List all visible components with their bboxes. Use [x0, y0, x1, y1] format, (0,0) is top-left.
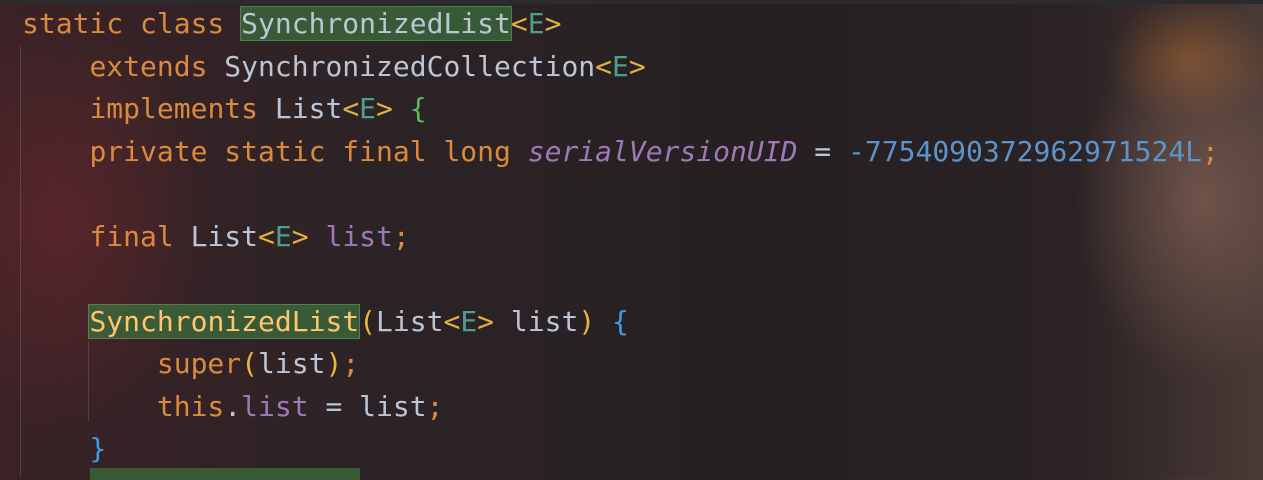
code-token: SynchronizedList — [240, 6, 512, 41]
code-token: ; — [426, 389, 444, 423]
code-token: > — [628, 49, 646, 83]
code-line[interactable]: final List<E> list; — [22, 216, 1219, 259]
code-token: = — [797, 134, 849, 168]
code-token: ) — [325, 347, 343, 380]
code-token: -7754090372962971524L — [848, 134, 1203, 168]
code-token: list — [241, 389, 309, 423]
code-token: implements — [89, 92, 275, 125]
code-editor[interactable]: static class SynchronizedList<E> extends… — [22, 3, 1219, 471]
code-token: ( — [359, 304, 377, 338]
code-token: List — [274, 92, 343, 125]
code-token: = — [308, 389, 360, 423]
code-token: extends — [89, 49, 225, 83]
code-token: super — [156, 347, 242, 380]
code-token: . — [224, 389, 242, 423]
code-line[interactable]: implements List<E> { — [22, 88, 1219, 131]
code-token: < — [258, 219, 275, 253]
code-line[interactable]: static class SynchronizedList<E> — [22, 3, 1219, 46]
code-token: ) — [578, 304, 596, 338]
code-token: < — [443, 304, 461, 338]
code-token: E — [274, 219, 292, 253]
code-token: list — [258, 347, 326, 380]
code-token: ; — [342, 347, 360, 380]
code-line[interactable]: SynchronizedList(List<E> list) { — [22, 301, 1219, 344]
code-line[interactable] — [22, 258, 1219, 301]
code-token: > — [477, 304, 511, 338]
code-line[interactable]: private static final long serialVersionU… — [22, 131, 1219, 174]
code-token: private static final long — [89, 134, 528, 168]
code-token: > — [376, 92, 410, 125]
code-token: list — [325, 219, 393, 253]
code-token: < — [595, 49, 613, 83]
code-token: ( — [241, 347, 259, 380]
code-token: ; — [1202, 134, 1219, 168]
code-token: serialVersionUID — [527, 134, 798, 168]
code-token: list — [510, 304, 579, 338]
code-token: { — [612, 304, 629, 338]
code-line[interactable]: extends SynchronizedCollection<E> — [22, 46, 1219, 89]
identifier-highlight — [90, 468, 360, 480]
code-token: E — [612, 49, 629, 83]
code-line[interactable] — [22, 173, 1219, 216]
code-line[interactable]: super(list); — [22, 343, 1219, 386]
code-token: SynchronizedList — [88, 303, 361, 339]
code-line[interactable]: this.list = list; — [22, 386, 1219, 429]
code-token: > — [544, 7, 562, 40]
code-token: { — [409, 92, 427, 125]
code-token: < — [342, 92, 360, 125]
code-token: E — [527, 7, 545, 40]
code-token: > — [291, 219, 326, 253]
code-line[interactable]: } — [22, 428, 1219, 471]
code-token: } — [89, 432, 107, 465]
code-token: < — [510, 7, 528, 40]
code-token: list — [359, 389, 427, 423]
code-token: ; — [392, 219, 410, 253]
code-token: static class — [22, 7, 242, 40]
code-token: List — [190, 219, 259, 253]
code-token: E — [460, 304, 478, 338]
code-token: SynchronizedCollection — [224, 49, 596, 83]
code-token: final — [89, 219, 191, 253]
code-token: this — [156, 389, 225, 423]
indent-guide — [20, 46, 21, 476]
code-token: E — [359, 92, 377, 125]
code-token: List — [376, 304, 444, 338]
